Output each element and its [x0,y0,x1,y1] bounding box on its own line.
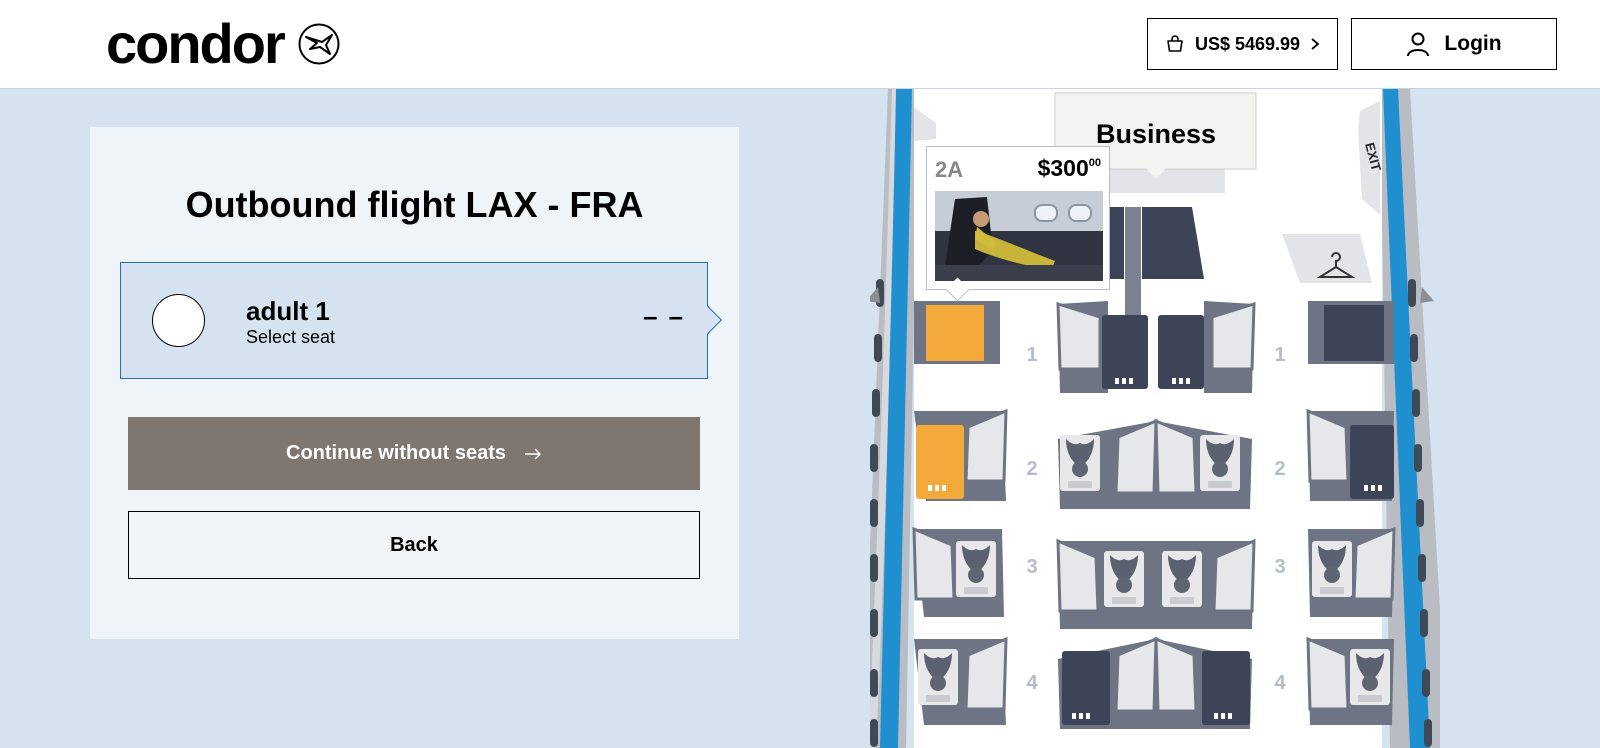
seat-3k[interactable] [1308,526,1396,617]
passenger-panel: Outbound flight LAX - FRA adult 1 Select… [90,127,739,639]
passenger-name: adult 1 [246,296,330,326]
cabin-label: Business [1096,119,1216,149]
passenger-card[interactable]: adult 1 Select seat – – [120,262,723,379]
page-title: Outbound flight LAX - FRA [185,184,644,225]
top-header: condor US$ 5469.99 Login [0,0,1600,89]
seat-3g[interactable] [1156,538,1256,629]
tooltip-price-value: $300 [1037,155,1089,181]
seat-4g[interactable] [1154,636,1252,729]
arrow-right-icon [525,447,542,460]
seat-2k[interactable] [1306,408,1394,501]
seat-tooltip[interactable]: 2A $30000 [926,146,1110,290]
continue-label: Continue without seats [286,442,506,464]
passenger-avatar [152,294,205,347]
user-icon [1407,32,1430,57]
seat-3d[interactable] [1056,538,1156,629]
row-number-2-right: 2 [1274,458,1285,480]
chevron-right-icon [1311,38,1320,50]
continue-without-seats-button[interactable]: Continue without seats [128,417,700,490]
condor-logo[interactable]: condor [106,14,340,74]
seat-4d[interactable] [1058,636,1158,729]
seat-1a[interactable] [914,301,1000,364]
row-number-4-left: 4 [1026,672,1038,694]
tooltip-price-cents: 00 [1088,157,1101,169]
passenger-seat: – – [643,301,686,331]
row-number-3-right: 3 [1274,556,1285,578]
logo-text: condor [106,12,286,75]
row-number-3-left: 3 [1026,556,1037,578]
passenger-pointer [693,305,723,335]
login-button[interactable]: Login [1351,18,1557,70]
tooltip-price: $30000 [1038,155,1101,182]
row-number-4-right: 4 [1274,672,1286,694]
wing-marker-right [1420,287,1434,303]
cart-total: US$ 5469.99 [1194,33,1301,54]
passenger-status: Select seat [246,327,336,347]
seat-4k[interactable] [1306,636,1394,725]
seat-2a[interactable] [914,408,1008,501]
seat-photo [935,191,1103,281]
condor-bird-icon [298,23,340,65]
seat-1k[interactable] [1308,301,1394,364]
center-divider [1125,207,1141,327]
seat-4a[interactable] [914,636,1008,725]
seat-3a[interactable] [912,526,1004,617]
row-number-1-right: 1 [1274,344,1285,366]
back-button[interactable]: Back [128,511,700,579]
shopping-bag-icon [1167,35,1183,52]
row-number-1-left: 1 [1026,344,1037,366]
tooltip-seat-number: 2A [935,157,964,182]
row-number-2-left: 2 [1026,458,1037,480]
login-label: Login [1444,32,1502,55]
back-label: Back [390,533,438,556]
cart-button[interactable]: US$ 5469.99 [1147,18,1338,70]
